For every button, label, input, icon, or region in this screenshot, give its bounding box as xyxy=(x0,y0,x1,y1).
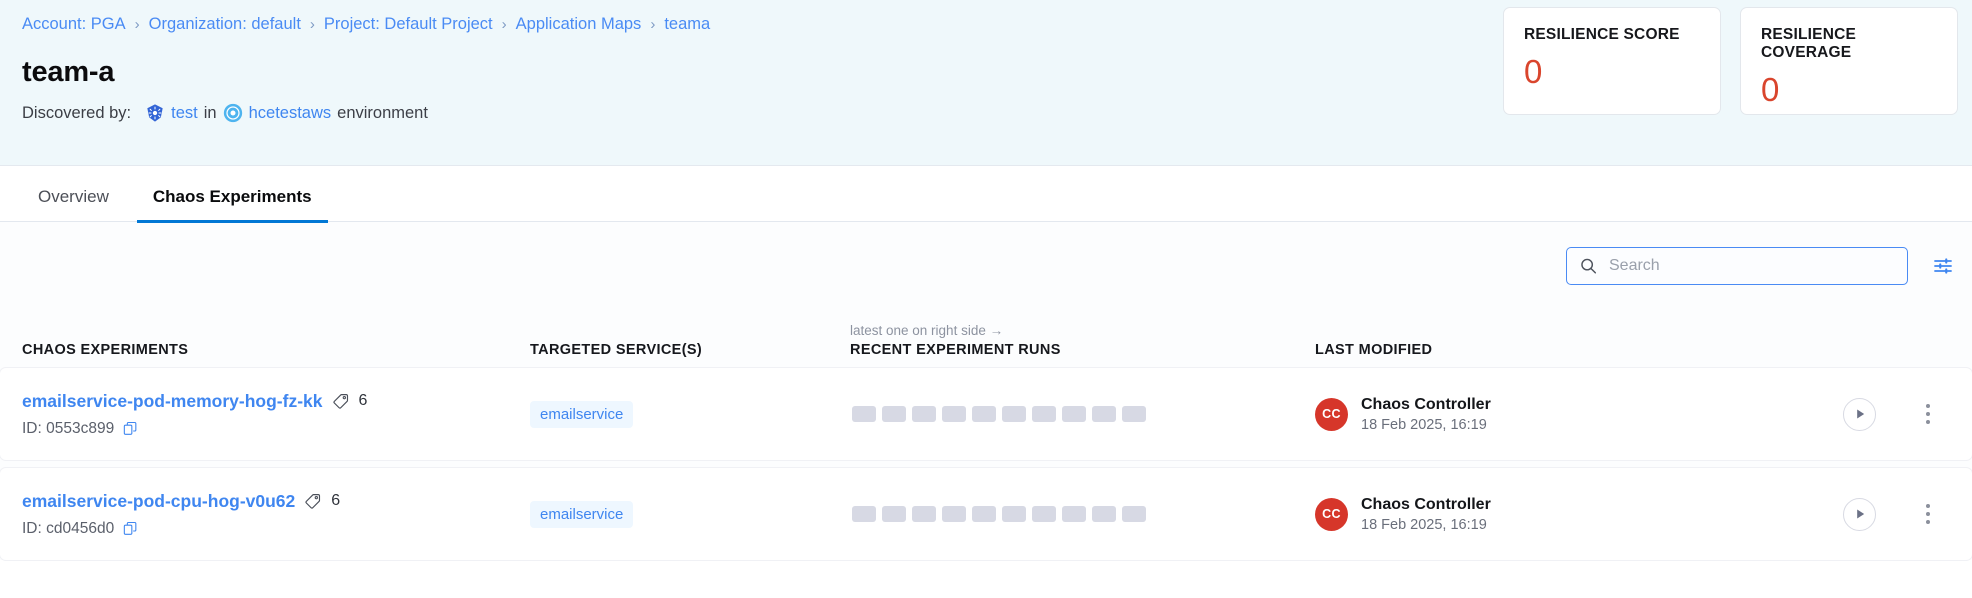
column-header-chaos-experiments: CHAOS EXPERIMENTS xyxy=(22,342,189,358)
avatar: CC xyxy=(1315,397,1348,431)
recent-runs-cell xyxy=(850,506,1315,522)
table-toolbar xyxy=(0,222,1972,310)
table-row[interactable]: emailservice-pod-cpu-hog-v0u62 6 ID: cd0… xyxy=(0,468,1972,560)
breadcrumb-item-teama[interactable]: teama xyxy=(664,15,710,34)
run-experiment-button[interactable] xyxy=(1843,397,1876,431)
run-bar[interactable] xyxy=(852,506,876,522)
search-box xyxy=(1566,247,1908,285)
resilience-score-label: RESILIENCE SCORE xyxy=(1524,26,1680,43)
discovered-in-word: in xyxy=(203,103,217,122)
run-bar[interactable] xyxy=(942,406,966,422)
kubernetes-icon xyxy=(145,103,165,123)
recent-runs-bars xyxy=(850,506,1315,522)
targeted-service-cell: emailservice xyxy=(530,500,850,528)
tab-overview[interactable]: Overview xyxy=(22,187,125,223)
tag-icon xyxy=(304,492,322,510)
targeted-service-cell: emailservice xyxy=(530,400,850,428)
discovered-environment-word: environment xyxy=(337,103,428,122)
row-menu-button[interactable] xyxy=(1918,502,1938,526)
row-actions xyxy=(1685,497,1972,531)
resilience-coverage-label: RESILIENCE COVERAGE xyxy=(1761,26,1857,61)
breadcrumb-separator-icon: › xyxy=(501,15,507,33)
service-badge[interactable]: emailservice xyxy=(530,500,634,528)
resilience-coverage-card: RESILIENCE COVERAGE 0 xyxy=(1740,7,1958,115)
run-bar[interactable] xyxy=(852,406,876,422)
column-header-last-modified: LAST MODIFIED xyxy=(1315,342,1433,358)
tag-count: 6 xyxy=(331,492,341,509)
experiment-name-cell: emailservice-pod-memory-hog-fz-kk 6 ID: … xyxy=(0,391,530,438)
run-bar[interactable] xyxy=(1122,406,1146,422)
resilience-score-card: RESILIENCE SCORE 0 xyxy=(1503,7,1721,115)
run-bar[interactable] xyxy=(1062,406,1086,422)
run-bar[interactable] xyxy=(912,506,936,522)
table-row[interactable]: emailservice-pod-memory-hog-fz-kk 6 ID: … xyxy=(0,368,1972,460)
resilience-coverage-value: 0 xyxy=(1761,71,1780,108)
discovered-environment-name[interactable]: hcetestaws xyxy=(249,104,332,123)
run-bar[interactable] xyxy=(972,406,996,422)
experiment-name-cell: emailservice-pod-cpu-hog-v0u62 6 ID: cd0… xyxy=(0,491,530,538)
modified-timestamp: 18 Feb 2025, 16:19 xyxy=(1361,416,1487,433)
breadcrumb-separator-icon: › xyxy=(650,15,656,33)
run-experiment-button[interactable] xyxy=(1843,497,1876,531)
breadcrumb-item-account[interactable]: Account: PGA xyxy=(22,15,126,34)
recent-runs-cell xyxy=(850,406,1315,422)
filter-sliders-icon[interactable] xyxy=(1930,253,1956,279)
page-header: Account: PGA › Organization: default › P… xyxy=(0,0,1972,166)
breadcrumb-item-organization[interactable]: Organization: default xyxy=(149,15,301,34)
run-bar[interactable] xyxy=(942,506,966,522)
column-header-recent-experiment-runs: RECENT EXPERIMENT RUNS xyxy=(850,342,1061,358)
recent-runs-bars xyxy=(850,406,1315,422)
modified-by-name: Chaos Controller xyxy=(1361,495,1491,513)
score-cards: RESILIENCE SCORE 0 RESILIENCE COVERAGE 0 xyxy=(1503,7,1958,115)
row-actions xyxy=(1685,397,1972,431)
modified-by-name: Chaos Controller xyxy=(1361,395,1491,413)
search-input[interactable] xyxy=(1566,247,1908,285)
copy-icon[interactable] xyxy=(123,521,138,536)
service-badge[interactable]: emailservice xyxy=(530,400,634,428)
table-header-row: CHAOS EXPERIMENTS TARGETED SERVICE(S) la… xyxy=(0,310,1972,368)
tab-bar: Overview Chaos Experiments xyxy=(0,166,1972,223)
run-bar[interactable] xyxy=(1122,506,1146,522)
cloud-environment-icon xyxy=(223,103,243,123)
last-modified-cell: CC Chaos Controller 18 Feb 2025, 16:19 xyxy=(1315,396,1685,433)
tag-count: 6 xyxy=(358,392,368,409)
run-bar[interactable] xyxy=(912,406,936,422)
column-header-targeted-services: TARGETED SERVICE(S) xyxy=(530,342,703,358)
experiment-name-link[interactable]: emailservice-pod-cpu-hog-v0u62 xyxy=(22,491,295,512)
discovered-agent-name[interactable]: test xyxy=(171,104,198,123)
tab-chaos-experiments[interactable]: Chaos Experiments xyxy=(136,187,328,223)
run-bar[interactable] xyxy=(1092,506,1116,522)
breadcrumb-item-project[interactable]: Project: Default Project xyxy=(324,15,493,34)
copy-icon[interactable] xyxy=(123,421,138,436)
modified-timestamp: 18 Feb 2025, 16:19 xyxy=(1361,516,1487,533)
experiment-id: ID: 0553c899 xyxy=(22,419,115,437)
run-bar[interactable] xyxy=(972,506,996,522)
discovered-by-label: Discovered by: xyxy=(22,103,132,122)
experiments-table: CHAOS EXPERIMENTS TARGETED SERVICE(S) la… xyxy=(0,310,1972,560)
tag-icon xyxy=(332,392,350,410)
avatar: CC xyxy=(1315,497,1348,531)
run-bar[interactable] xyxy=(1092,406,1116,422)
resilience-score-value: 0 xyxy=(1524,53,1543,90)
run-bar[interactable] xyxy=(882,506,906,522)
experiment-id: ID: cd0456d0 xyxy=(22,519,115,537)
experiment-name-link[interactable]: emailservice-pod-memory-hog-fz-kk xyxy=(22,391,323,412)
breadcrumb-separator-icon: › xyxy=(309,15,315,33)
run-bar[interactable] xyxy=(1032,406,1056,422)
run-bar[interactable] xyxy=(882,406,906,422)
run-bar[interactable] xyxy=(1062,506,1086,522)
row-menu-button[interactable] xyxy=(1918,402,1938,426)
last-modified-cell: CC Chaos Controller 18 Feb 2025, 16:19 xyxy=(1315,496,1685,533)
run-bar[interactable] xyxy=(1002,406,1026,422)
breadcrumb-separator-icon: › xyxy=(134,15,140,33)
breadcrumb-item-application-maps[interactable]: Application Maps xyxy=(516,15,642,34)
run-bar[interactable] xyxy=(1032,506,1056,522)
run-bar[interactable] xyxy=(1002,506,1026,522)
recent-runs-hint: latest one on right side → xyxy=(850,323,1004,338)
